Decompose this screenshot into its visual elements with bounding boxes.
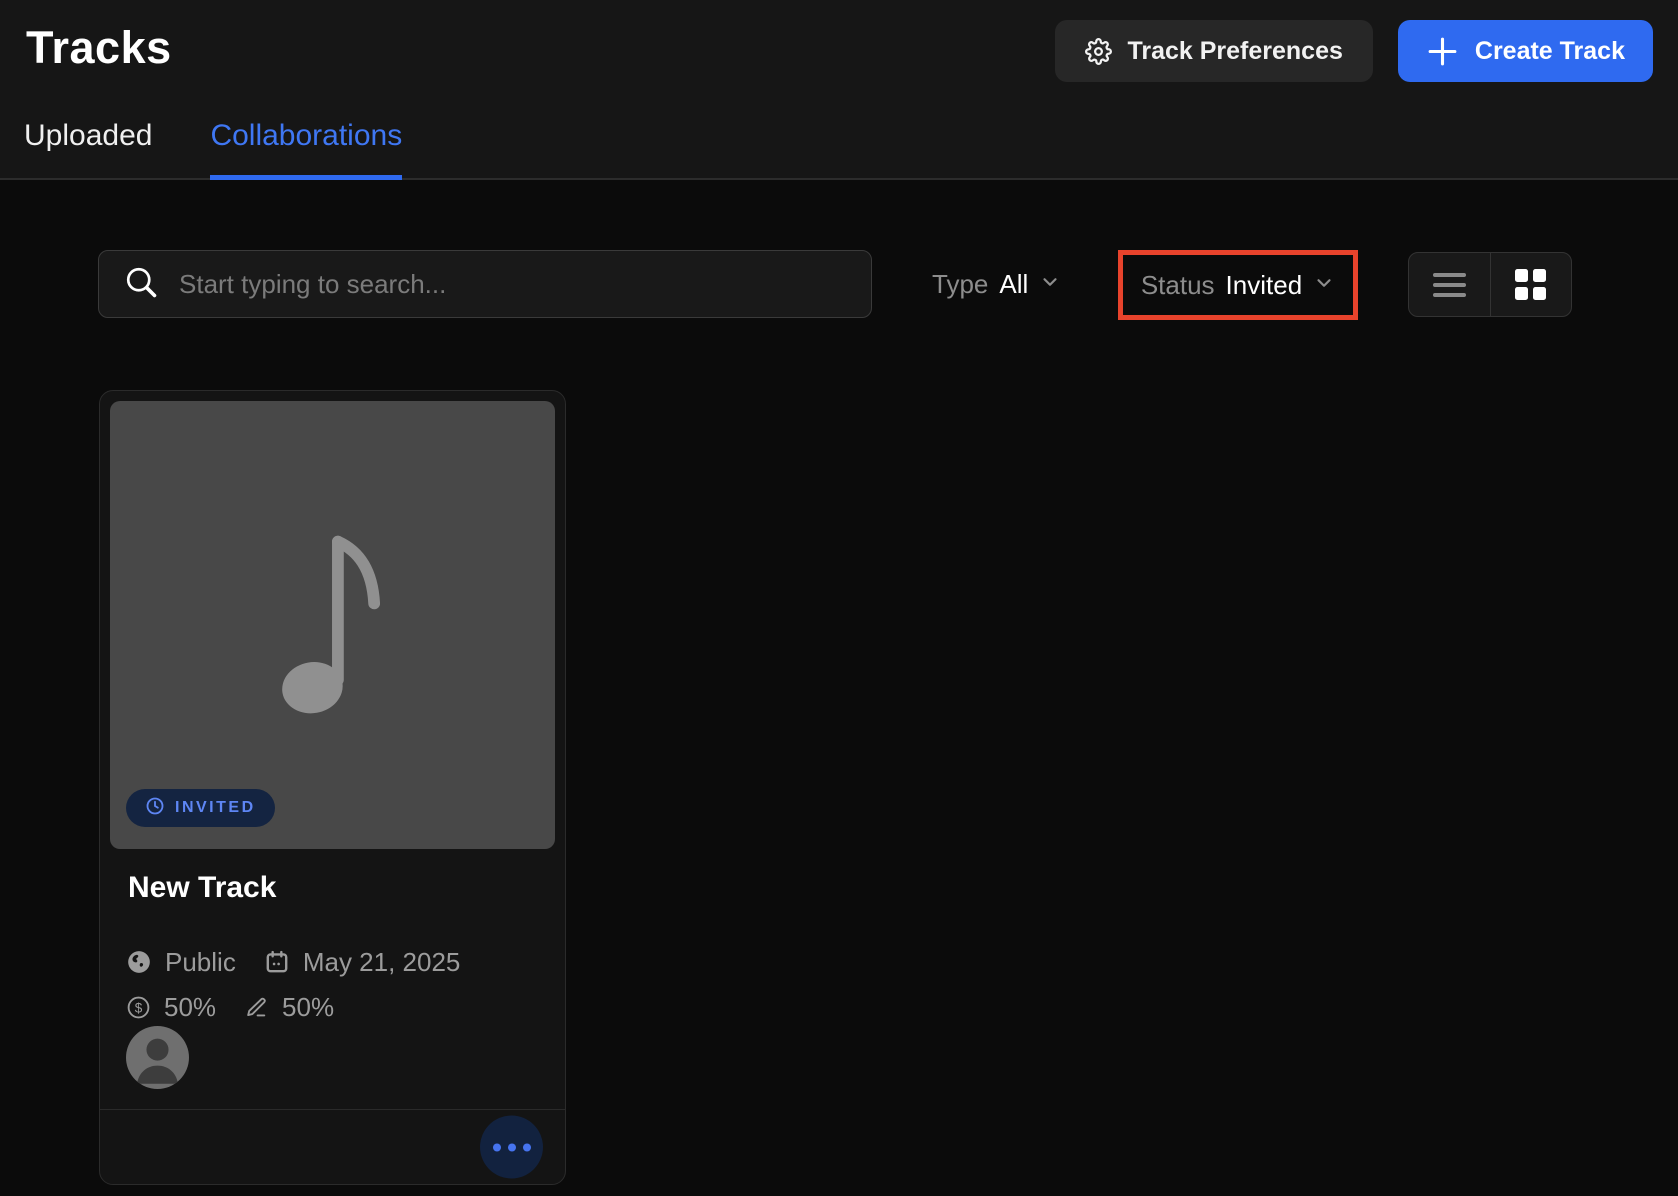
calendar-icon [264, 949, 290, 975]
create-track-button[interactable]: Create Track [1398, 20, 1653, 82]
music-note-icon [279, 525, 387, 726]
chevron-down-icon [1039, 269, 1061, 300]
type-filter-label: Type [932, 269, 988, 300]
list-view-button[interactable] [1409, 253, 1490, 316]
track-meta-row: Public May 21, 2025 [126, 947, 460, 977]
royalty-split-value: 50% [164, 992, 216, 1023]
card-footer [100, 1109, 565, 1184]
status-badge: INVITED [126, 789, 275, 827]
writer-split-value: 50% [282, 992, 334, 1023]
track-title: New Track [128, 871, 276, 905]
tabs: Uploaded Collaborations [24, 119, 402, 180]
dollar-icon: $ [126, 995, 151, 1020]
status-filter-value: Invited [1226, 270, 1303, 301]
header: Tracks Track Preferences Create Track Up… [0, 0, 1678, 180]
globe-icon [126, 949, 152, 975]
type-filter-value: All [999, 269, 1028, 300]
track-artwork: INVITED [110, 401, 555, 849]
grid-view-icon [1515, 269, 1546, 300]
pen-icon [244, 995, 269, 1020]
track-date: May 21, 2025 [303, 947, 461, 978]
search-input[interactable] [179, 251, 847, 317]
header-actions: Track Preferences Create Track [1055, 20, 1653, 82]
track-preferences-button[interactable]: Track Preferences [1055, 20, 1372, 82]
tab-uploaded[interactable]: Uploaded [24, 119, 152, 180]
gear-icon [1085, 38, 1112, 65]
svg-text:$: $ [135, 1000, 143, 1015]
card-menu-button[interactable] [480, 1116, 543, 1179]
status-filter-label: Status [1141, 270, 1215, 301]
track-card[interactable]: INVITED New Track Public May 21, 2025 [99, 390, 566, 1185]
create-track-label: Create Track [1475, 37, 1625, 66]
ellipsis-icon [493, 1143, 501, 1151]
track-preferences-label: Track Preferences [1127, 37, 1342, 66]
page-title: Tracks [26, 22, 172, 74]
status-badge-label: INVITED [175, 799, 256, 817]
plus-icon [1426, 35, 1459, 68]
user-icon [126, 1076, 189, 1089]
grid-view-button[interactable] [1490, 253, 1572, 316]
status-filter-dropdown[interactable]: Status Invited [1118, 250, 1358, 320]
collaborator-avatar [126, 1026, 189, 1089]
search-bar[interactable] [98, 250, 872, 318]
track-visibility: Public [165, 947, 236, 978]
view-toggle [1408, 252, 1572, 317]
chevron-down-icon [1313, 270, 1335, 301]
clock-icon [145, 796, 165, 821]
search-icon [123, 264, 159, 305]
type-filter-dropdown[interactable]: Type All [932, 250, 1061, 318]
track-splits-row: $ 50% 50% [126, 992, 334, 1022]
tab-collaborations[interactable]: Collaborations [210, 119, 402, 180]
list-view-icon [1433, 273, 1466, 297]
